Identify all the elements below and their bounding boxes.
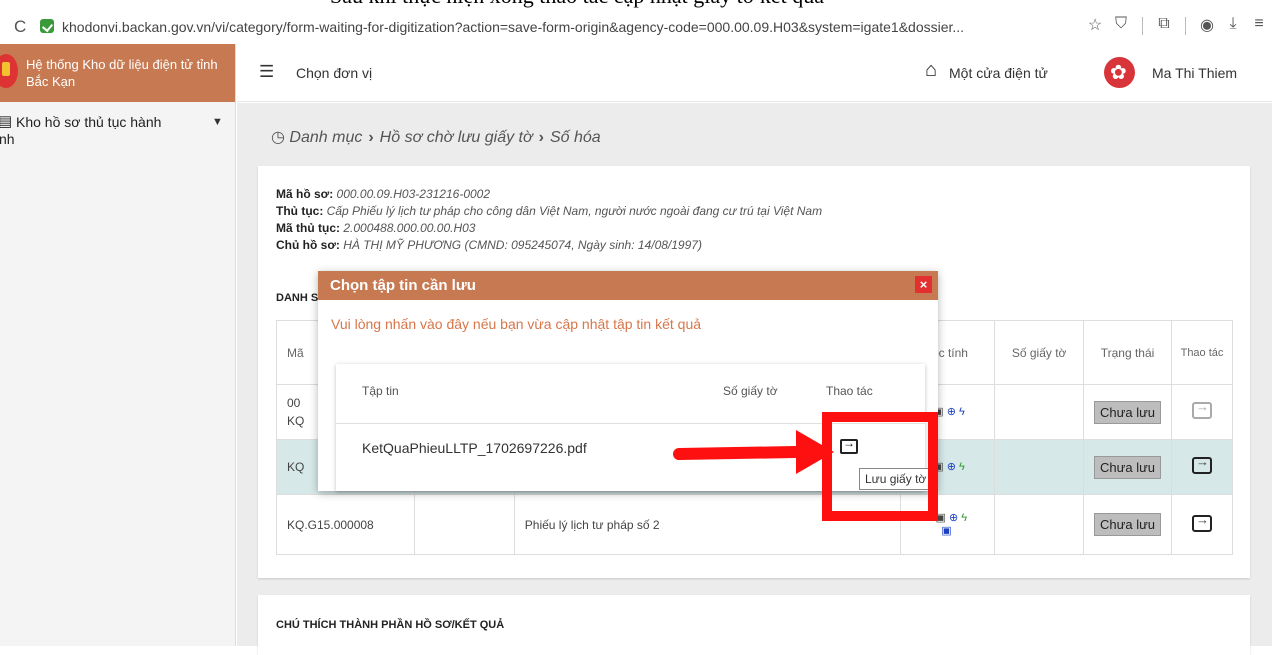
column-header: Số giấy tờ (994, 320, 1085, 385)
table-cell (1171, 439, 1233, 495)
sidebar-header: Hệ thống Kho dữ liệu điện tử tỉnh Bắc Kạ… (0, 44, 235, 102)
save-document-icon[interactable] (1192, 454, 1212, 474)
url-field[interactable]: khodonvi.backan.gov.vn/vi/category/form-… (62, 19, 964, 35)
status-badge: Chưa lưu (1094, 513, 1162, 536)
column-header: Trạng thái (1083, 320, 1172, 385)
breadcrumb-item[interactable]: Hồ sơ chờ lưu giấy tờ (380, 129, 533, 146)
row-code: KQ.G15.000008 (276, 494, 415, 555)
document-text-clip: Sau khi thực hiện xong thao tác cập nhật… (0, 0, 1272, 8)
dialog-title: Chọn tập tin cần lưu (330, 277, 476, 294)
table-cell: Chưa lưu (1083, 439, 1172, 495)
menu-icon[interactable]: ≡ (1246, 15, 1272, 35)
annotation-arrow (672, 445, 802, 461)
star-icon[interactable]: ☆ (1082, 15, 1108, 35)
dossier-code: 000.00.09.H03-231216-0002 (336, 187, 491, 201)
flash-icon[interactable]: ϟ (959, 406, 965, 418)
one-stop-link[interactable]: Một cửa điện tử (949, 65, 1048, 81)
system-title: Hệ thống Kho dữ liệu điện tử tỉnh Bắc Kạ… (26, 57, 218, 89)
browser-toolbar-icons: ☆ ⛉ ⧉ ◉ ⤓ ≡ (1082, 15, 1272, 35)
annotation-highlight-box (822, 412, 938, 521)
dossier-info: Mã hồ sơ: 000.00.09.H03-231216-0002 Thủ … (276, 186, 822, 254)
column-header: Tập tin (362, 384, 399, 398)
history-icon: ◷ (271, 129, 285, 146)
legend-title: CHÚ THÍCH THÀNH PHẦN HỒ SƠ/KẾT QUẢ (276, 619, 505, 631)
legend-card: CHÚ THÍCH THÀNH PHẦN HỒ SƠ/KẾT QUẢ (258, 595, 1250, 655)
chevron-right-icon: › (368, 129, 374, 146)
globe-icon[interactable]: ⊕ (947, 406, 956, 418)
table-cell (1171, 494, 1233, 555)
column-header: Thao tác (826, 384, 873, 398)
label: Mã thủ tục: (276, 221, 340, 235)
breadcrumb: ◷ Danh mục › Hồ sơ chờ lưu giấy tờ › Số hóa (271, 127, 601, 147)
archive-icon: ▤ (0, 113, 13, 130)
sidebar-item-label-cont: nh (0, 131, 15, 147)
column-header: Số giấy tờ (723, 384, 778, 398)
menu-collapse-icon[interactable]: ☰ (259, 62, 274, 82)
label: Mã hồ sơ: (276, 187, 334, 201)
avatar[interactable] (1104, 57, 1135, 88)
sidebar-item-dossier-archive[interactable]: ▤ Kho hồ sơ thủ tục hành nh ▼ (0, 112, 236, 152)
extension-icon[interactable]: ⧉ (1151, 15, 1177, 35)
globe-icon[interactable]: ⊕ (949, 512, 958, 524)
save-document-icon[interactable] (1192, 512, 1212, 532)
column-header: Thao tác (1171, 320, 1233, 385)
user-name[interactable]: Ma Thi Thiem (1152, 65, 1237, 81)
table-cell (1171, 384, 1233, 440)
profile-icon[interactable]: ◉ (1194, 15, 1220, 35)
procedure-name: Cấp Phiếu lý lịch tư pháp cho công dân V… (326, 204, 823, 218)
breadcrumb-item[interactable]: Danh mục (289, 129, 362, 146)
calendar-icon[interactable]: ▣ (941, 525, 951, 537)
status-badge: Chưa lưu (1094, 400, 1162, 424)
table-cell (994, 439, 1085, 495)
home-icon[interactable]: ⌂ (925, 59, 937, 82)
top-bar: ☰ Chọn đơn vị ⌂ Một cửa điện tử Ma Thi T… (237, 44, 1272, 102)
file-name: KetQuaPhieuLLTP_1702697226.pdf (362, 440, 587, 456)
dialog-header: Chọn tập tin cần lưu × (318, 271, 938, 300)
close-button[interactable]: × (915, 276, 932, 293)
table-row: KQ.G15.000008 Phiếu lý lịch tư pháp số 2… (276, 494, 1233, 555)
reload-icon[interactable]: C (14, 17, 26, 37)
table-cell (994, 384, 1085, 440)
sidebar-item-label: Kho hồ sơ thủ tục hành (16, 114, 162, 130)
table-cell (413, 494, 515, 555)
table-cell (994, 494, 1085, 555)
save-document-icon[interactable] (1192, 399, 1212, 419)
table-cell: Chưa lưu (1083, 384, 1172, 440)
dossier-owner: HÀ THỊ MỸ PHƯƠNG (CMND: 095245074, Ngày … (343, 238, 702, 252)
sidebar: Hệ thống Kho dữ liệu điện tử tỉnh Bắc Kạ… (0, 44, 236, 646)
secure-lock-icon (40, 19, 54, 33)
flash-icon[interactable]: ϟ (961, 512, 967, 524)
breadcrumb-item: Số hóa (549, 129, 601, 146)
emblem-logo (0, 54, 18, 88)
table-cell: Chưa lưu (1083, 494, 1172, 555)
globe-icon[interactable]: ⊕ (947, 461, 956, 473)
toolbar-divider (1185, 17, 1186, 35)
chevron-right-icon: › (538, 129, 544, 146)
flash-icon[interactable]: ϟ (959, 461, 965, 473)
list-section-title: DANH S (276, 292, 319, 304)
chevron-down-icon[interactable]: ▼ (212, 116, 223, 128)
status-badge: Chưa lưu (1094, 455, 1162, 479)
refresh-files-link[interactable]: Vui lòng nhấn vào đây nếu bạn vừa cập nh… (331, 316, 701, 332)
browser-address-bar: C khodonvi.backan.gov.vn/vi/category/for… (0, 8, 1272, 44)
label: Thủ tục: (276, 204, 324, 218)
procedure-code: 2.000488.000.00.00.H03 (343, 221, 476, 235)
download-icon[interactable]: ⤓ (1220, 15, 1246, 35)
shield-icon[interactable]: ⛉ (1108, 15, 1134, 35)
select-unit-button[interactable]: Chọn đơn vị (296, 65, 372, 81)
toolbar-divider (1142, 17, 1143, 35)
label: Chủ hồ sơ: (276, 238, 340, 252)
